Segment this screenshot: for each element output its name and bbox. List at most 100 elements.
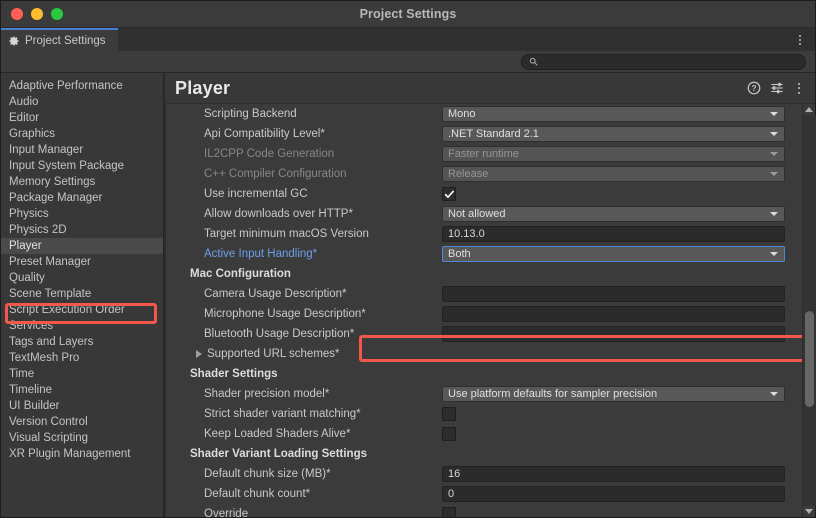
page-title: Player: [175, 78, 747, 99]
scrollbar-track[interactable]: [803, 115, 816, 506]
sidebar-item-label: XR Plugin Management: [9, 448, 130, 460]
text-field-microphone-usage-description[interactable]: [442, 306, 785, 322]
dropdown-allow-downloads-over-http[interactable]: Not allowed: [442, 206, 785, 222]
search-icon: [529, 57, 538, 66]
project-settings-window: Project Settings Project Settings: [0, 0, 816, 518]
preset-icon[interactable]: [770, 81, 784, 95]
row-control: 0: [442, 486, 802, 502]
sidebar-item-adaptive-performance[interactable]: Adaptive Performance: [1, 78, 163, 94]
text-field-camera-usage-description[interactable]: [442, 286, 785, 302]
sidebar-item-tags-and-layers[interactable]: Tags and Layers: [1, 334, 163, 350]
dropdown-value: Mono: [448, 108, 770, 120]
row-label: Default chunk count*: [204, 488, 442, 500]
sidebar-item-memory-settings[interactable]: Memory Settings: [1, 174, 163, 190]
vertical-scrollbar[interactable]: [802, 103, 815, 517]
row-control: 10.13.0: [442, 226, 802, 242]
sidebar-item-input-system-package[interactable]: Input System Package: [1, 158, 163, 174]
panel-kebab-menu-icon[interactable]: [793, 81, 805, 95]
checkbox-keep-loaded-shaders-alive[interactable]: [442, 427, 456, 441]
row-control: [442, 286, 802, 302]
checkbox-use-incremental-gc[interactable]: [442, 187, 456, 201]
dropdown-api-compatibility-level[interactable]: .NET Standard 2.1: [442, 126, 785, 142]
sidebar-item-visual-scripting[interactable]: Visual Scripting: [1, 430, 163, 446]
row-label: Strict shader variant matching*: [204, 408, 442, 420]
section-header-shader-variant-loading-settings: Shader Variant Loading Settings: [166, 444, 802, 464]
sidebar-item-audio[interactable]: Audio: [1, 94, 163, 110]
section-header-shader-settings: Shader Settings: [166, 364, 802, 384]
dropdown-shader-precision-model[interactable]: Use platform defaults for sampler precis…: [442, 386, 785, 402]
text-field-target-minimum-macos-version[interactable]: 10.13.0: [442, 226, 785, 242]
sidebar-item-textmesh-pro[interactable]: TextMesh Pro: [1, 350, 163, 366]
tab-project-settings[interactable]: Project Settings: [1, 28, 118, 51]
row-control: Faster runtime: [442, 146, 802, 162]
chevron-down-icon: [770, 112, 778, 116]
traffic-light-controls: [1, 8, 63, 20]
foldout-label: Supported URL schemes*: [207, 348, 340, 360]
text-field-bluetooth-usage-description[interactable]: [442, 326, 785, 342]
section-header-label: Shader Variant Loading Settings: [190, 448, 367, 460]
zoom-button-icon[interactable]: [51, 8, 63, 20]
settings-row-microphone-usage-description: Microphone Usage Description*: [166, 304, 802, 324]
row-control: [442, 187, 802, 201]
sidebar-item-physics[interactable]: Physics: [1, 206, 163, 222]
row-label: IL2CPP Code Generation: [204, 148, 442, 160]
tab-overflow-kebab-icon[interactable]: [793, 32, 807, 47]
kebab-dot: [798, 83, 800, 85]
sidebar-item-preset-manager[interactable]: Preset Manager: [1, 254, 163, 270]
kebab-dot: [798, 92, 800, 94]
help-icon[interactable]: ?: [747, 81, 761, 95]
settings-row-allow-downloads-over-http: Allow downloads over HTTP*Not allowed: [166, 204, 802, 224]
sidebar-item-input-manager[interactable]: Input Manager: [1, 142, 163, 158]
sidebar-item-editor[interactable]: Editor: [1, 110, 163, 126]
settings-row-target-minimum-macos-version: Target minimum macOS Version10.13.0: [166, 224, 802, 244]
sidebar-item-xr-plugin-management[interactable]: XR Plugin Management: [1, 446, 163, 462]
dropdown-scripting-backend[interactable]: Mono: [442, 106, 785, 122]
row-control: [442, 326, 802, 342]
sidebar-item-script-execution-order[interactable]: Script Execution Order: [1, 302, 163, 318]
sidebar-item-scene-template[interactable]: Scene Template: [1, 286, 163, 302]
settings-row-il2cpp-code-generation: IL2CPP Code GenerationFaster runtime: [166, 144, 802, 164]
dropdown-il2cpp-code-generation: Faster runtime: [442, 146, 785, 162]
scroll-up-arrow-icon[interactable]: [803, 104, 816, 115]
settings-row-strict-shader-variant-matching: Strict shader variant matching*: [166, 404, 802, 424]
sidebar-item-package-manager[interactable]: Package Manager: [1, 190, 163, 206]
sidebar-item-label: Memory Settings: [9, 176, 95, 188]
dropdown-active-input-handling[interactable]: Both: [442, 246, 785, 262]
row-label: Microphone Usage Description*: [204, 308, 442, 320]
sidebar-item-graphics[interactable]: Graphics: [1, 126, 163, 142]
dropdown-value: Not allowed: [448, 208, 770, 220]
row-control: [442, 507, 802, 517]
checkbox-strict-shader-variant-matching[interactable]: [442, 407, 456, 421]
close-button-icon[interactable]: [11, 8, 23, 20]
search-toolbar: [1, 51, 815, 73]
search-box[interactable]: [521, 54, 806, 70]
checkmark-icon: [444, 189, 455, 200]
text-field-default-chunk-size-mb[interactable]: 16: [442, 466, 785, 482]
sidebar-item-physics-2d[interactable]: Physics 2D: [1, 222, 163, 238]
sidebar-item-services[interactable]: Services: [1, 318, 163, 334]
sidebar-item-ui-builder[interactable]: UI Builder: [1, 398, 163, 414]
sidebar-item-player[interactable]: Player: [1, 238, 163, 254]
row-label: Default chunk size (MB)*: [204, 468, 442, 480]
sidebar-item-label: Tags and Layers: [9, 336, 93, 348]
row-label: Active Input Handling*: [204, 248, 442, 260]
section-header-mac-configuration: Mac Configuration: [166, 264, 802, 284]
search-input[interactable]: [542, 56, 798, 67]
checkbox-override[interactable]: [442, 507, 456, 517]
sidebar-item-quality[interactable]: Quality: [1, 270, 163, 286]
minimize-button-icon[interactable]: [31, 8, 43, 20]
scrollbar-thumb[interactable]: [805, 311, 814, 407]
sidebar-item-version-control[interactable]: Version Control: [1, 414, 163, 430]
settings-row-default-chunk-count: Default chunk count*0: [166, 484, 802, 504]
sidebar-item-time[interactable]: Time: [1, 366, 163, 382]
section-header-label: Shader Settings: [190, 368, 278, 380]
sidebar-item-label: Version Control: [9, 416, 88, 428]
settings-row-scripting-backend: Scripting BackendMono: [166, 104, 802, 124]
sidebar-item-label: TextMesh Pro: [9, 352, 79, 364]
text-field-default-chunk-count[interactable]: 0: [442, 486, 785, 502]
sidebar-item-timeline[interactable]: Timeline: [1, 382, 163, 398]
sidebar-item-label: Preset Manager: [9, 256, 91, 268]
scroll-down-arrow-icon[interactable]: [803, 506, 816, 517]
foldout-supported-url-schemes[interactable]: Supported URL schemes*: [196, 348, 434, 360]
settings-category-sidebar[interactable]: Adaptive PerformanceAudioEditorGraphicsI…: [1, 73, 164, 517]
